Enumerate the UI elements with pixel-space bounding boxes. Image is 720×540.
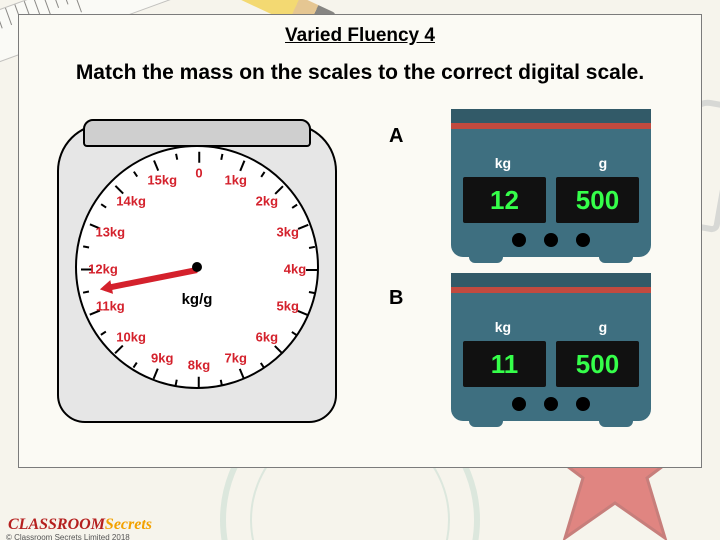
brand-logo: CLASSROOMSecrets: [8, 516, 152, 534]
dial-label: 10kg: [116, 329, 146, 344]
dial-label: 7kg: [225, 350, 247, 365]
kg-value: 11: [491, 349, 519, 380]
content-area: 01kg2kg3kg4kg5kg6kg7kg8kg9kg10kg11kg12kg…: [19, 101, 701, 467]
scale-button-icon: [544, 233, 558, 247]
slide: Varied Fluency 4 Match the mass on the s…: [0, 0, 720, 540]
digital-scale-b: kg g 11 500: [451, 273, 651, 421]
dial-label: 0: [195, 166, 202, 181]
kg-value: 12: [490, 185, 519, 216]
dial-label: 3kg: [276, 225, 298, 240]
scale-button-icon: [512, 397, 526, 411]
scale-button-icon: [512, 233, 526, 247]
dial-label: 8kg: [188, 358, 210, 373]
scale-button-icon: [576, 233, 590, 247]
analog-scale: 0 1kg 2kg 3kg 4kg 5kg 6kg 7kg 8kg 9kg 10kg 11kg 12kg…: [57, 123, 337, 423]
brand-part1: CLASSROOM: [8, 516, 105, 533]
g-label: g: [599, 319, 608, 335]
brand-part2: Secrets: [105, 516, 152, 533]
dial-label: 2kg: [256, 194, 278, 209]
instruction-text: Match the mass on the scales to the corr…: [19, 47, 701, 93]
digital-scale-a: kg g 12 500: [451, 109, 651, 257]
dial-label: 15kg: [147, 173, 177, 188]
dial-label: 9kg: [151, 350, 173, 365]
unit-label: kg/g: [182, 291, 213, 308]
dial-label: 4kg: [284, 262, 306, 277]
kg-label: kg: [495, 155, 511, 171]
g-screen: 500: [556, 341, 639, 387]
dial-label: 14kg: [116, 194, 146, 209]
kg-label: kg: [495, 319, 511, 335]
g-value: 500: [576, 185, 619, 216]
kg-screen: 12: [463, 177, 546, 223]
g-label: g: [599, 155, 608, 171]
page-title: Varied Fluency 4: [19, 15, 701, 47]
g-screen: 500: [556, 177, 639, 223]
g-value: 500: [576, 349, 619, 380]
dial-label: 6kg: [256, 329, 278, 344]
dial-label: 13kg: [95, 225, 125, 240]
option-a-label: A: [389, 125, 403, 148]
scale-button-icon: [576, 397, 590, 411]
dial-label: 5kg: [276, 298, 298, 313]
kg-screen: 11: [463, 341, 546, 387]
dial-label: 1kg: [225, 173, 247, 188]
option-b-label: B: [389, 287, 403, 310]
dial-label: 12kg: [88, 262, 118, 277]
scale-button-icon: [544, 397, 558, 411]
dial-label: 11kg: [96, 298, 125, 313]
copyright: © Classroom Secrets Limited 2018: [6, 533, 130, 540]
content-panel: Varied Fluency 4 Match the mass on the s…: [18, 14, 702, 468]
analog-dial: 0 1kg 2kg 3kg 4kg 5kg 6kg 7kg 8kg 9kg 10kg 11kg 12kg…: [75, 145, 319, 389]
